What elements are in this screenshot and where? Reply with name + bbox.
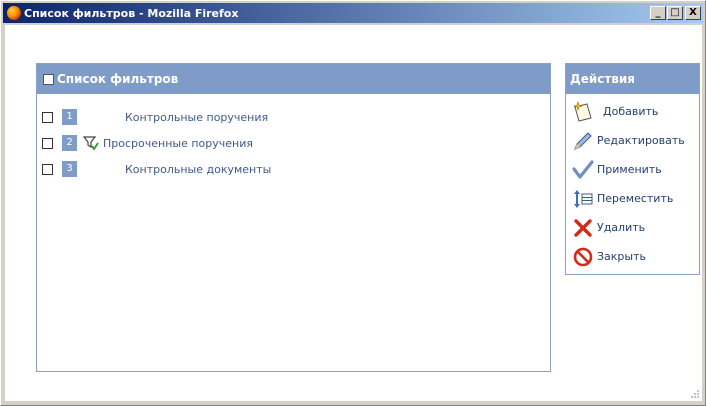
filters-panel-title: Список фильтров [57, 72, 179, 86]
add-label: Добавить [603, 105, 659, 118]
filter-link[interactable]: Просроченные поручения [103, 137, 253, 150]
minimize-button[interactable]: _ [650, 6, 666, 20]
window-title: Список фильтров - Mozilla Firefox [24, 6, 239, 20]
filter-row[interactable]: 1 Контрольные поручения [37, 104, 550, 130]
apply-action[interactable]: Применить [566, 155, 699, 184]
move-label: Переместить [597, 192, 674, 205]
select-all-checkbox[interactable] [43, 73, 54, 85]
row-number: 2 [62, 135, 77, 151]
add-icon [572, 100, 594, 123]
actions-panel: Действия Добавить Редактировать Применит… [565, 63, 700, 275]
title-bar[interactable]: Список фильтров - Mozilla Firefox _ □ X [3, 3, 703, 23]
delete-label: Удалить [597, 221, 646, 234]
edit-label: Редактировать [597, 134, 685, 147]
resize-grip-icon[interactable] [690, 389, 700, 399]
apply-icon [572, 159, 594, 181]
move-action[interactable]: Переместить [566, 184, 699, 213]
row-number: 1 [62, 109, 77, 125]
close-label: Закрыть [597, 250, 646, 263]
actions-panel-header: Действия [566, 64, 699, 94]
delete-icon [572, 217, 594, 239]
actions-panel-title: Действия [570, 72, 636, 86]
maximize-button[interactable]: □ [667, 6, 683, 20]
close-button[interactable]: X [685, 6, 701, 20]
window-controls: _ □ X [649, 6, 701, 20]
filter-row[interactable]: 2 Просроченные поручения [37, 130, 550, 156]
row-checkbox[interactable] [42, 111, 53, 123]
edit-icon [572, 130, 594, 152]
row-number: 3 [62, 161, 77, 177]
filter-link[interactable]: Контрольные поручения [125, 111, 268, 124]
filter-link[interactable]: Контрольные документы [125, 163, 271, 176]
move-icon [572, 188, 594, 210]
row-checkbox[interactable] [42, 137, 53, 149]
browser-window: Список фильтров - Mozilla Firefox _ □ X … [0, 0, 706, 406]
row-checkbox[interactable] [42, 163, 53, 175]
filters-panel-header: Список фильтров [37, 64, 550, 94]
filter-row[interactable]: 3 Контрольные документы [37, 156, 550, 182]
active-filter-icon [83, 135, 99, 151]
filters-list: 1 Контрольные поручения 2 Просроченные п… [37, 94, 550, 182]
delete-action[interactable]: Удалить [566, 213, 699, 242]
close-action[interactable]: Закрыть [566, 242, 699, 271]
filters-panel: Список фильтров 1 Контрольные поручения … [36, 63, 551, 372]
edit-action[interactable]: Редактировать [566, 126, 699, 155]
firefox-icon [7, 6, 21, 20]
apply-label: Применить [597, 163, 662, 176]
page-content: Список фильтров 1 Контрольные поручения … [5, 25, 702, 401]
no-entry-icon [572, 246, 594, 268]
add-action[interactable]: Добавить [566, 97, 699, 126]
